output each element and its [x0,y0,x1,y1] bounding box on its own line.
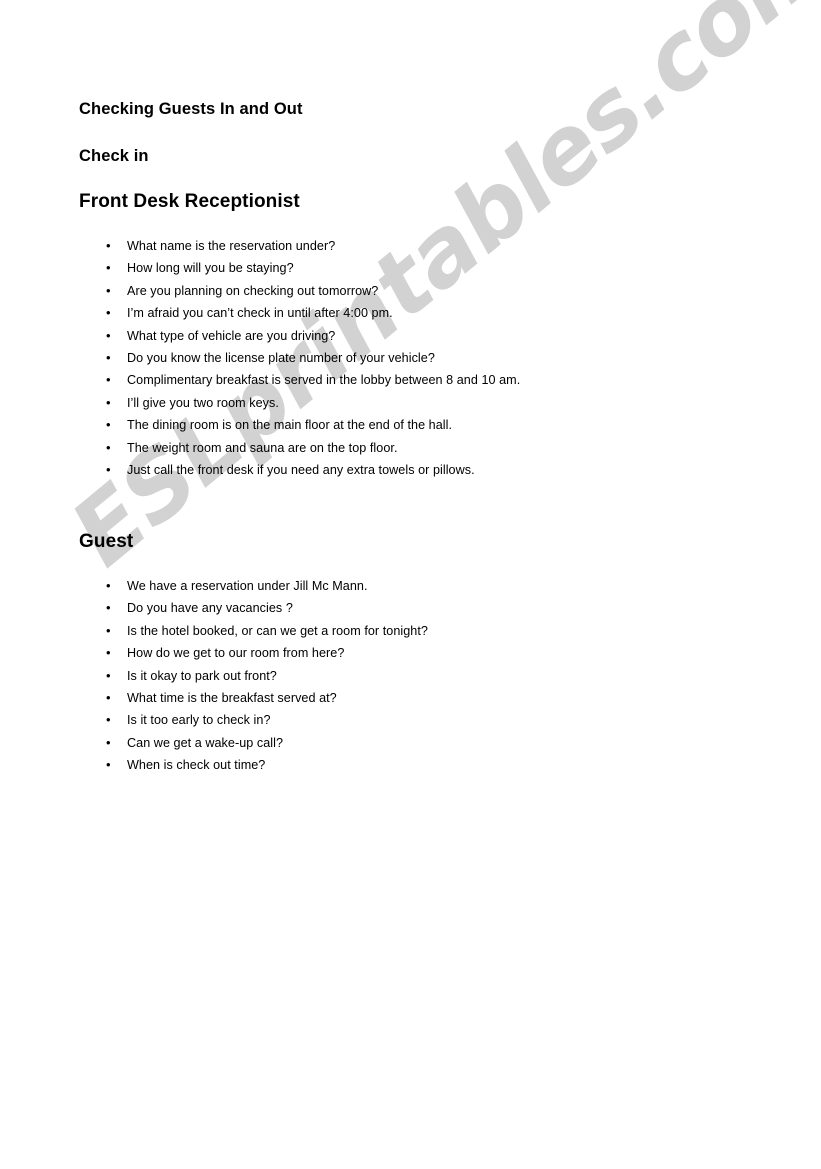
list-item-label: I’ll give you two room keys. [127,395,279,410]
bullet-point-icon: • [106,578,111,593]
heading-guest: Guest [79,531,134,552]
bullet-point-icon: • [106,622,111,638]
list-item: • Is the hotel booked, or can we get a ro… [0,620,428,642]
list-item-label: Just call the front desk if you need any… [127,462,475,477]
list-item-label: I’m afraid you can’t check in until afte… [127,306,393,321]
list-item: • What name is the reservation under? [0,235,520,257]
list-item: • Is it too early to check in? [0,709,428,731]
list-item-label: Complimentary breakfast is served in the… [127,373,521,388]
bullet-point-icon: • [106,238,111,253]
list-item: • Are you planning on checking out tomorr… [0,280,520,302]
document-content: Checking Guests In and Out Check in Fron… [0,0,821,1169]
list-item: • Do you have any vacancies ? [0,597,428,619]
heading-check-in: Check in [79,147,149,165]
bullet-point-icon: • [106,439,111,455]
list-item-label: The dining room is on the main floor at … [127,418,453,433]
bullet-point-icon: • [106,417,111,433]
list-item-label: Do you know the license plate number of … [127,350,435,365]
list-item: • We have a reservation under Jill Mc Man… [0,575,428,597]
list-item-label: Are you planning on checking out tomorro… [127,283,379,298]
list-item: • Is it okay to park out front? [0,665,428,687]
bullet-point-icon: • [106,394,111,410]
worksheet-page: ESLprintables.com Checking Guests In and… [0,0,821,1169]
list-item-label: What time is the breakfast served at? [127,690,337,705]
bullet-point-icon: • [106,689,111,705]
list-item-label: What name is the reservation under? [127,239,336,253]
bullet-point-icon: • [106,734,111,750]
list-item-label: We have a reservation under Jill Mc Mann… [127,579,368,593]
list-item-label: Do you have any vacancies ? [127,601,293,616]
bullet-point-icon: • [106,305,111,321]
bullet-point-icon: • [106,667,111,683]
list-item: • I’m afraid you can’t check in until aft… [0,302,520,324]
bullet-point-icon: • [106,260,111,276]
list-item: • What time is the breakfast served at? [0,687,428,709]
list-item-label: The weight room and sauna are on the top… [127,440,398,455]
list-item: • Just call the front desk if you need an… [0,459,520,481]
list-item-label: How long will you be staying? [127,261,294,276]
list-item-label: Is the hotel booked, or can we get a roo… [127,623,428,638]
front-desk-receptionist-phrase-list: • What name is the reservation under? • How… [0,235,520,481]
list-item-label: Is it too early to check in? [127,713,271,728]
bullet-point-icon: • [106,461,111,477]
list-item-label: How do we get to our room from here? [127,646,345,661]
bullet-point-icon: • [106,372,111,388]
bullet-point-icon: • [106,327,111,343]
bullet-point-icon: • [106,645,111,661]
bullet-point-icon: • [106,600,111,616]
list-item-label: Is it okay to park out front? [127,668,277,683]
page-title: Checking Guests In and Out [79,100,303,118]
bullet-point-icon: • [106,712,111,728]
list-item: • The weight room and sauna are on the to… [0,437,520,459]
list-item: • What type of vehicle are you driving? [0,325,520,347]
guest-phrase-list: • We have a reservation under Jill Mc Man… [0,575,428,777]
list-item: • I’ll give you two room keys. [0,392,520,414]
list-item-label: Can we get a wake-up call? [127,735,284,750]
list-item: • Can we get a wake-up call? [0,732,428,754]
list-item: • When is check out time? [0,754,428,776]
list-item: • How long will you be staying? [0,257,520,279]
list-item: • Do you know the license plate number of… [0,347,520,369]
list-item: • Complimentary breakfast is served in th… [0,369,520,391]
bullet-point-icon: • [106,282,111,298]
heading-front-desk-receptionist: Front Desk Receptionist [79,191,300,212]
bullet-point-icon: • [106,757,111,773]
list-item-label: What type of vehicle are you driving? [127,328,336,343]
list-item-label: When is check out time? [127,758,266,773]
bullet-point-icon: • [106,349,111,365]
list-item: • The dining room is on the main floor at… [0,414,520,436]
list-item: • How do we get to our room from here? [0,642,428,664]
